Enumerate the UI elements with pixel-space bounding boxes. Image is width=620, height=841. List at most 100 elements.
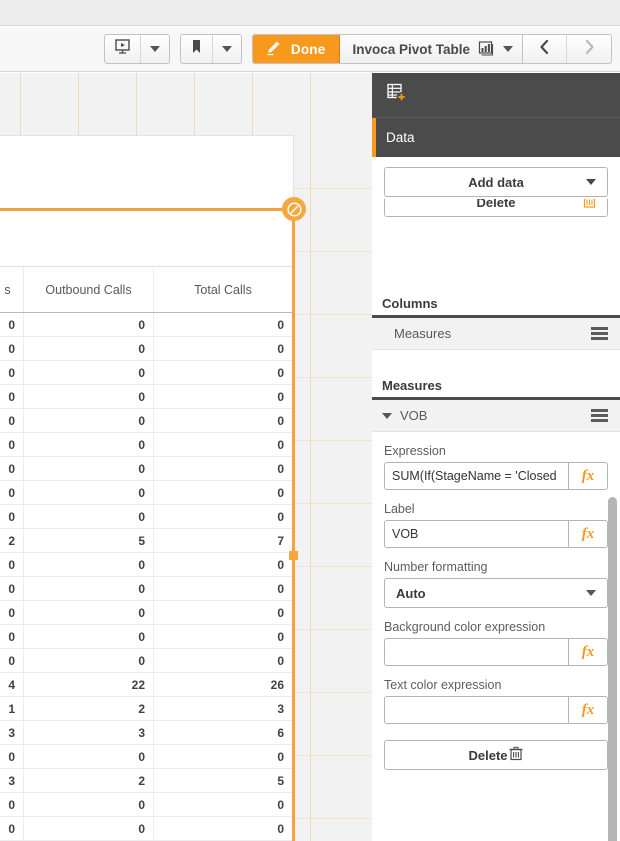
table-row[interactable]: 000 (0, 409, 292, 433)
measure-item-vob[interactable]: VOB (372, 400, 620, 432)
table-cell[interactable]: 0 (154, 793, 292, 816)
table-row[interactable]: 000 (0, 601, 292, 625)
table-cell[interactable]: 3 (0, 769, 24, 792)
table-cell[interactable]: 6 (154, 721, 292, 744)
table-cell[interactable]: 0 (154, 433, 292, 456)
table-cell[interactable]: 4 (0, 673, 24, 696)
table-cell[interactable]: 0 (154, 481, 292, 504)
previous-sheet-button[interactable] (523, 35, 567, 63)
table-cell[interactable]: 0 (0, 313, 24, 336)
table-cell[interactable]: 0 (24, 361, 154, 384)
table-row[interactable]: 000 (0, 817, 292, 841)
table-cell[interactable]: 0 (0, 361, 24, 384)
table-cell[interactable]: 0 (154, 457, 292, 480)
table-row[interactable]: 000 (0, 553, 292, 577)
table-cell[interactable]: 7 (154, 529, 292, 552)
table-cell[interactable]: 0 (24, 649, 154, 672)
hamburger-icon[interactable] (591, 409, 608, 422)
table-cell[interactable]: 0 (24, 745, 154, 768)
table-cell[interactable]: 0 (154, 817, 292, 840)
table-row[interactable]: 000 (0, 793, 292, 817)
table-cell[interactable]: 0 (0, 505, 24, 528)
table-row[interactable]: 336 (0, 721, 292, 745)
caret-down-icon[interactable] (382, 412, 392, 419)
text-color-fx-button[interactable]: fx (568, 696, 608, 724)
table-cell[interactable]: 3 (0, 721, 24, 744)
label-input[interactable]: VOB (384, 520, 568, 548)
table-row[interactable]: 000 (0, 457, 292, 481)
add-data-button[interactable]: Add data (384, 167, 608, 197)
table-cell[interactable]: 5 (154, 769, 292, 792)
table-row[interactable]: 257 (0, 529, 292, 553)
pivot-header-cell-2[interactable]: Total Calls (154, 267, 292, 312)
table-cell[interactable]: 0 (0, 793, 24, 816)
table-row[interactable]: 000 (0, 337, 292, 361)
table-row[interactable]: 000 (0, 313, 292, 337)
table-cell[interactable]: 0 (154, 385, 292, 408)
expression-fx-button[interactable]: fx (568, 462, 608, 490)
add-table-icon[interactable] (386, 82, 407, 108)
text-color-input[interactable] (384, 696, 568, 724)
presentation-button[interactable] (105, 35, 141, 63)
table-cell[interactable]: 5 (24, 529, 154, 552)
table-row[interactable]: 4 22 26 (0, 673, 292, 697)
columns-item-measures[interactable]: Measures (372, 318, 620, 350)
delete-measure-button[interactable]: Delete (384, 740, 608, 770)
table-cell[interactable]: 0 (24, 817, 154, 840)
table-cell[interactable]: 0 (154, 505, 292, 528)
table-cell[interactable]: 0 (0, 337, 24, 360)
table-cell[interactable]: 0 (154, 409, 292, 432)
background-color-input[interactable] (384, 638, 568, 666)
table-cell[interactable]: 0 (154, 337, 292, 360)
table-cell[interactable]: 0 (154, 745, 292, 768)
clipped-delete-button[interactable]: Delete (384, 199, 608, 217)
table-cell[interactable]: 0 (0, 745, 24, 768)
table-cell[interactable]: 26 (154, 673, 292, 696)
table-cell[interactable]: 0 (0, 817, 24, 840)
table-cell[interactable]: 0 (0, 409, 24, 432)
table-cell[interactable]: 0 (154, 553, 292, 576)
table-cell[interactable]: 3 (24, 721, 154, 744)
table-cell[interactable]: 1 (0, 697, 24, 720)
table-cell[interactable]: 0 (0, 649, 24, 672)
presentation-button-group[interactable] (103, 34, 170, 64)
table-cell[interactable]: 0 (0, 601, 24, 624)
table-row[interactable]: 123 (0, 697, 292, 721)
table-row[interactable]: 000 (0, 649, 292, 673)
table-cell[interactable]: 0 (24, 337, 154, 360)
background-color-fx-button[interactable]: fx (568, 638, 608, 666)
table-cell[interactable]: 0 (24, 313, 154, 336)
table-row[interactable]: 000 (0, 385, 292, 409)
table-cell[interactable]: 0 (154, 649, 292, 672)
table-cell[interactable]: 0 (24, 385, 154, 408)
table-cell[interactable]: 0 (0, 385, 24, 408)
table-cell[interactable]: 0 (0, 433, 24, 456)
table-cell[interactable]: 0 (154, 625, 292, 648)
next-sheet-button[interactable] (567, 35, 611, 63)
table-cell[interactable]: 0 (24, 457, 154, 480)
table-cell[interactable]: 0 (154, 361, 292, 384)
table-cell[interactable]: 0 (154, 313, 292, 336)
table-row[interactable]: 000 (0, 577, 292, 601)
hamburger-icon[interactable] (591, 327, 608, 340)
table-row[interactable]: 000 (0, 625, 292, 649)
table-cell[interactable]: 2 (24, 769, 154, 792)
table-row[interactable]: 000 (0, 745, 292, 769)
table-cell[interactable]: 2 (24, 697, 154, 720)
pivot-table[interactable]: s Outbound Calls Total Calls 00000000000… (0, 219, 292, 841)
table-row[interactable]: 000 (0, 433, 292, 457)
panel-tab-data[interactable]: Data (372, 117, 620, 157)
table-cell[interactable]: 0 (24, 577, 154, 600)
table-cell[interactable]: 0 (24, 505, 154, 528)
table-cell[interactable]: 0 (24, 433, 154, 456)
number-formatting-select[interactable]: Auto (384, 578, 608, 608)
resize-handle-top-right[interactable] (282, 197, 306, 221)
object-title-button[interactable]: Invoca Pivot Table (339, 35, 522, 63)
table-row[interactable]: 000 (0, 361, 292, 385)
bookmark-dropdown-button[interactable] (213, 35, 241, 63)
table-cell[interactable]: 0 (0, 577, 24, 600)
table-cell[interactable]: 0 (0, 553, 24, 576)
pivot-header-cell-0[interactable]: s (0, 267, 24, 312)
table-cell[interactable]: 0 (24, 409, 154, 432)
table-cell[interactable]: 0 (0, 481, 24, 504)
